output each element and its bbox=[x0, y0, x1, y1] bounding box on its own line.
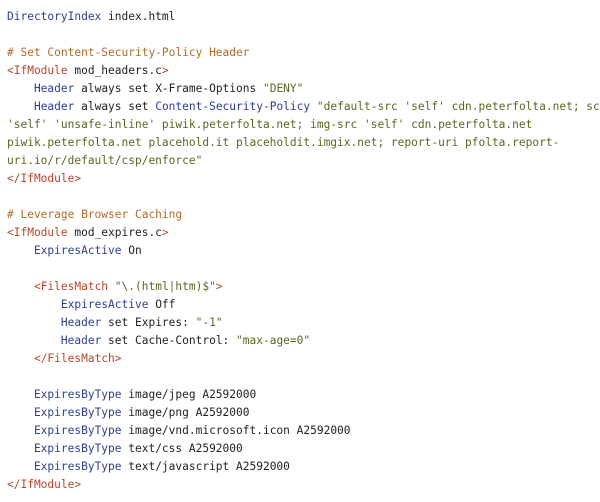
text-token: set Expires: bbox=[101, 316, 196, 329]
code-line: 'self' 'unsafe-inline' piwik.peterfolta.… bbox=[7, 116, 600, 134]
text-token: image/vnd.microsoft.icon A2592000 bbox=[121, 424, 351, 437]
directive-token: Header bbox=[60, 334, 102, 347]
tag-token: </IfModule> bbox=[7, 478, 82, 491]
code-line: ExpiresActive On bbox=[7, 242, 600, 260]
tag-token: > bbox=[161, 226, 169, 239]
code-line: <IfModule mod_expires.c> bbox=[7, 224, 600, 242]
text-token: set Cache-Control: bbox=[101, 334, 237, 347]
directive-token: ExpiresByType bbox=[33, 406, 122, 419]
code-line: ExpiresByType image/png A2592000 bbox=[7, 404, 600, 422]
tag-token: > bbox=[215, 280, 223, 293]
directive-token: Header bbox=[60, 316, 102, 329]
code-line: Header always set X-Frame-Options "DENY" bbox=[7, 80, 600, 98]
comment-token: # Set Content-Security-Policy Header bbox=[7, 46, 250, 59]
tag-token: </IfModule> bbox=[7, 172, 82, 185]
text-token: index.html bbox=[101, 10, 176, 23]
tag-token: <IfModule bbox=[7, 64, 68, 77]
code-line: uri.io/r/default/csp/enforce" bbox=[7, 152, 600, 170]
code-line: ExpiresByType text/javascript A2592000 bbox=[7, 458, 600, 476]
code-line: ExpiresActive Off bbox=[7, 296, 600, 314]
tag-token: <IfModule bbox=[7, 226, 68, 239]
text-token: Off bbox=[148, 298, 176, 311]
code-line: piwik.peterfolta.net placehold.it placeh… bbox=[7, 134, 600, 152]
code-line: <FilesMatch "\.(html|htm)$"> bbox=[7, 278, 600, 296]
comment-token: # Leverage Browser Caching bbox=[7, 208, 183, 221]
string-token: "DENY" bbox=[262, 82, 304, 95]
directive-token: ExpiresByType bbox=[33, 424, 122, 437]
code-line: </IfModule> bbox=[7, 170, 600, 188]
text-token: On bbox=[121, 244, 142, 257]
code-line: DirectoryIndex index.html bbox=[7, 8, 600, 26]
code-line: # Leverage Browser Caching bbox=[7, 206, 600, 224]
string-token: 'self' 'unsafe-inline' piwik.peterfolta.… bbox=[7, 118, 533, 131]
text-token: always set X-Frame-Options bbox=[74, 82, 263, 95]
tag-token: > bbox=[161, 64, 169, 77]
code-line: ExpiresByType image/jpeg A2592000 bbox=[7, 386, 600, 404]
directive-token: ExpiresByType bbox=[33, 460, 122, 473]
string-token: piwik.peterfolta.net placehold.it placeh… bbox=[7, 136, 560, 149]
directive-token: ExpiresActive bbox=[33, 244, 122, 257]
text-token: text/javascript A2592000 bbox=[121, 460, 290, 473]
tag-token: <FilesMatch bbox=[33, 280, 109, 293]
text-token: text/css A2592000 bbox=[121, 442, 243, 455]
string-token: uri.io/r/default/csp/enforce" bbox=[7, 154, 203, 167]
string-token: "max-age=0" bbox=[236, 334, 311, 347]
text-token: image/jpeg A2592000 bbox=[121, 388, 257, 401]
code-block: DirectoryIndex index.html # Set Content-S… bbox=[0, 0, 600, 502]
code-line: ExpiresByType image/vnd.microsoft.icon A… bbox=[7, 422, 600, 440]
text-token: always set bbox=[74, 100, 156, 113]
directive-token: ExpiresActive bbox=[60, 298, 149, 311]
directive-token: DirectoryIndex bbox=[7, 10, 102, 23]
directive-token: ExpiresByType bbox=[33, 388, 122, 401]
code-line: Header set Cache-Control: "max-age=0" bbox=[7, 332, 600, 350]
code-line: Header set Expires: "-1" bbox=[7, 314, 600, 332]
string-token: "-1" bbox=[195, 316, 223, 329]
tag-token: </FilesMatch> bbox=[33, 352, 122, 365]
directive-token: Header bbox=[33, 100, 75, 113]
directive-token: ExpiresByType bbox=[33, 442, 122, 455]
string-token: "default-src 'self' cdn.peterfolta.net; … bbox=[316, 100, 600, 113]
code-line: </FilesMatch> bbox=[7, 350, 600, 368]
text-token: mod_headers.c bbox=[67, 64, 162, 77]
directive-token: Content-Security-Policy bbox=[155, 100, 311, 113]
code-line: Header always set Content-Security-Polic… bbox=[7, 98, 600, 116]
string-token: "\.(html|htm)$" bbox=[114, 280, 216, 293]
code-line: ExpiresByType text/css A2592000 bbox=[7, 440, 600, 458]
text-token: image/png A2592000 bbox=[121, 406, 250, 419]
code-line: # Set Content-Security-Policy Header bbox=[7, 44, 600, 62]
code-line: </IfModule> bbox=[7, 476, 600, 494]
directive-token: Header bbox=[33, 82, 75, 95]
code-line: <IfModule mod_headers.c> bbox=[7, 62, 600, 80]
text-token: mod_expires.c bbox=[67, 226, 162, 239]
